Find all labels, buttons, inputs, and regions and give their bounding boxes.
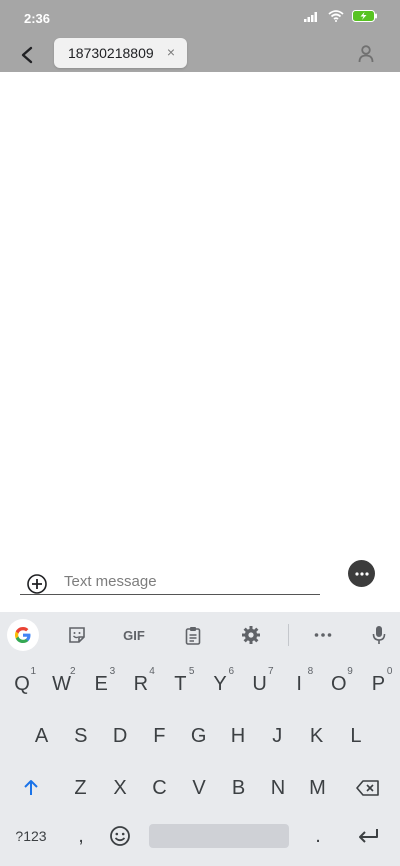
key-m[interactable]: M bbox=[300, 768, 336, 808]
input-underline bbox=[20, 594, 320, 595]
period-label: . bbox=[315, 824, 321, 847]
person-icon bbox=[358, 45, 374, 63]
key-label: T bbox=[174, 672, 187, 695]
gear-icon bbox=[242, 626, 260, 644]
back-button[interactable] bbox=[14, 42, 40, 68]
key-u[interactable]: 7U bbox=[242, 664, 278, 704]
message-thread bbox=[0, 72, 400, 560]
signal-icon bbox=[304, 12, 317, 22]
key-w[interactable]: 2W bbox=[44, 664, 80, 704]
key-d[interactable]: D bbox=[102, 716, 138, 756]
wifi-icon bbox=[328, 10, 344, 22]
app-bar: 18730218809 × bbox=[0, 36, 400, 72]
status-icons bbox=[304, 10, 378, 22]
enter-key[interactable] bbox=[350, 816, 386, 856]
key-label: O bbox=[331, 672, 347, 695]
key-hint: 0 bbox=[386, 666, 393, 677]
key-z[interactable]: Z bbox=[63, 768, 99, 808]
space-key[interactable] bbox=[149, 824, 289, 848]
status-time: 2:36 bbox=[24, 11, 51, 26]
settings-button[interactable] bbox=[240, 624, 262, 646]
sticker-icon bbox=[69, 627, 85, 643]
key-label: Q bbox=[14, 672, 30, 695]
key-hint: 3 bbox=[109, 666, 116, 677]
key-o[interactable]: 9O bbox=[321, 664, 357, 704]
recipient-chip[interactable]: 18730218809 × bbox=[54, 38, 187, 68]
comma-label: , bbox=[78, 824, 84, 847]
key-hint: 8 bbox=[307, 666, 314, 677]
key-hint: 9 bbox=[347, 666, 353, 677]
key-r[interactable]: 4R bbox=[123, 664, 159, 704]
key-k[interactable]: K bbox=[299, 716, 335, 756]
voice-input-button[interactable] bbox=[370, 624, 388, 646]
message-input[interactable] bbox=[58, 566, 320, 596]
key-label: E bbox=[94, 672, 108, 695]
emoji-icon bbox=[110, 826, 130, 846]
key-label: R bbox=[133, 672, 149, 695]
key-x[interactable]: X bbox=[102, 768, 138, 808]
key-label: P bbox=[371, 672, 386, 695]
recipient-number: 18730218809 bbox=[68, 45, 154, 61]
keyboard-toolbar: GIF bbox=[0, 612, 400, 658]
key-b[interactable]: B bbox=[221, 768, 257, 808]
key-e[interactable]: 3E bbox=[83, 664, 119, 704]
comma-key[interactable]: , bbox=[63, 816, 99, 856]
key-hint: 5 bbox=[188, 666, 195, 677]
key-label: W bbox=[52, 672, 72, 695]
gif-button[interactable]: GIF bbox=[120, 624, 148, 646]
more-options-button[interactable] bbox=[348, 560, 375, 587]
key-y[interactable]: 6Y bbox=[202, 664, 238, 704]
compose-bar bbox=[0, 560, 400, 612]
sticker-button[interactable] bbox=[66, 624, 88, 646]
clipboard-button[interactable] bbox=[182, 624, 204, 646]
symbols-key[interactable]: ?123 bbox=[13, 816, 49, 856]
key-g[interactable]: G bbox=[181, 716, 217, 756]
add-attachment-icon[interactable] bbox=[26, 573, 48, 595]
google-icon bbox=[15, 627, 31, 643]
period-key[interactable]: . bbox=[300, 816, 336, 856]
shift-key[interactable] bbox=[13, 768, 49, 808]
microphone-icon bbox=[372, 626, 386, 644]
key-t[interactable]: 5T bbox=[162, 664, 198, 704]
battery-charging-icon bbox=[352, 10, 377, 22]
keyboard: G I F 1 Q 2 W 3 E 4 R 5 T 6 Y 7 U 8 I 9 O … bbox=[0, 612, 400, 866]
key-hint: 6 bbox=[228, 666, 234, 677]
symbols-label: ?123 bbox=[15, 828, 47, 844]
key-i[interactable]: 8I bbox=[281, 664, 317, 704]
key-hint: 7 bbox=[268, 666, 274, 677]
key-p[interactable]: 0P bbox=[360, 664, 396, 704]
remove-recipient-icon[interactable]: × bbox=[167, 44, 175, 60]
shift-arrow-icon bbox=[24, 780, 38, 795]
key-label: Y bbox=[213, 672, 227, 695]
status-bar: 2:36 bbox=[0, 0, 400, 36]
backspace-key[interactable] bbox=[350, 768, 386, 808]
toolbar-divider bbox=[288, 624, 289, 646]
key-q[interactable]: 1Q bbox=[4, 664, 40, 704]
key-v[interactable]: V bbox=[181, 768, 217, 808]
key-hint: 4 bbox=[149, 666, 155, 677]
contact-button[interactable] bbox=[354, 42, 378, 66]
key-label: U bbox=[252, 672, 267, 695]
more-dots-icon bbox=[354, 571, 369, 576]
key-c[interactable]: C bbox=[142, 768, 178, 808]
key-a[interactable]: A bbox=[24, 716, 60, 756]
key-l[interactable]: L bbox=[338, 716, 374, 756]
backspace-icon bbox=[356, 780, 379, 796]
key-s[interactable]: S bbox=[63, 716, 99, 756]
key-label: I bbox=[296, 672, 302, 695]
gif-label: GIF bbox=[123, 627, 145, 643]
key-h[interactable]: H bbox=[220, 716, 256, 756]
key-hint: 1 bbox=[30, 666, 36, 677]
enter-arrow-icon bbox=[359, 829, 378, 843]
keyboard-more-button[interactable] bbox=[312, 624, 334, 646]
emoji-key[interactable] bbox=[102, 816, 138, 856]
key-f[interactable]: F bbox=[141, 716, 177, 756]
clipboard-icon bbox=[185, 626, 201, 645]
key-n[interactable]: N bbox=[260, 768, 296, 808]
key-j[interactable]: J bbox=[259, 716, 295, 756]
back-arrow-icon bbox=[21, 46, 33, 64]
key-hint: 2 bbox=[70, 666, 76, 677]
more-horizontal-icon bbox=[314, 633, 332, 637]
google-button[interactable] bbox=[7, 619, 39, 651]
